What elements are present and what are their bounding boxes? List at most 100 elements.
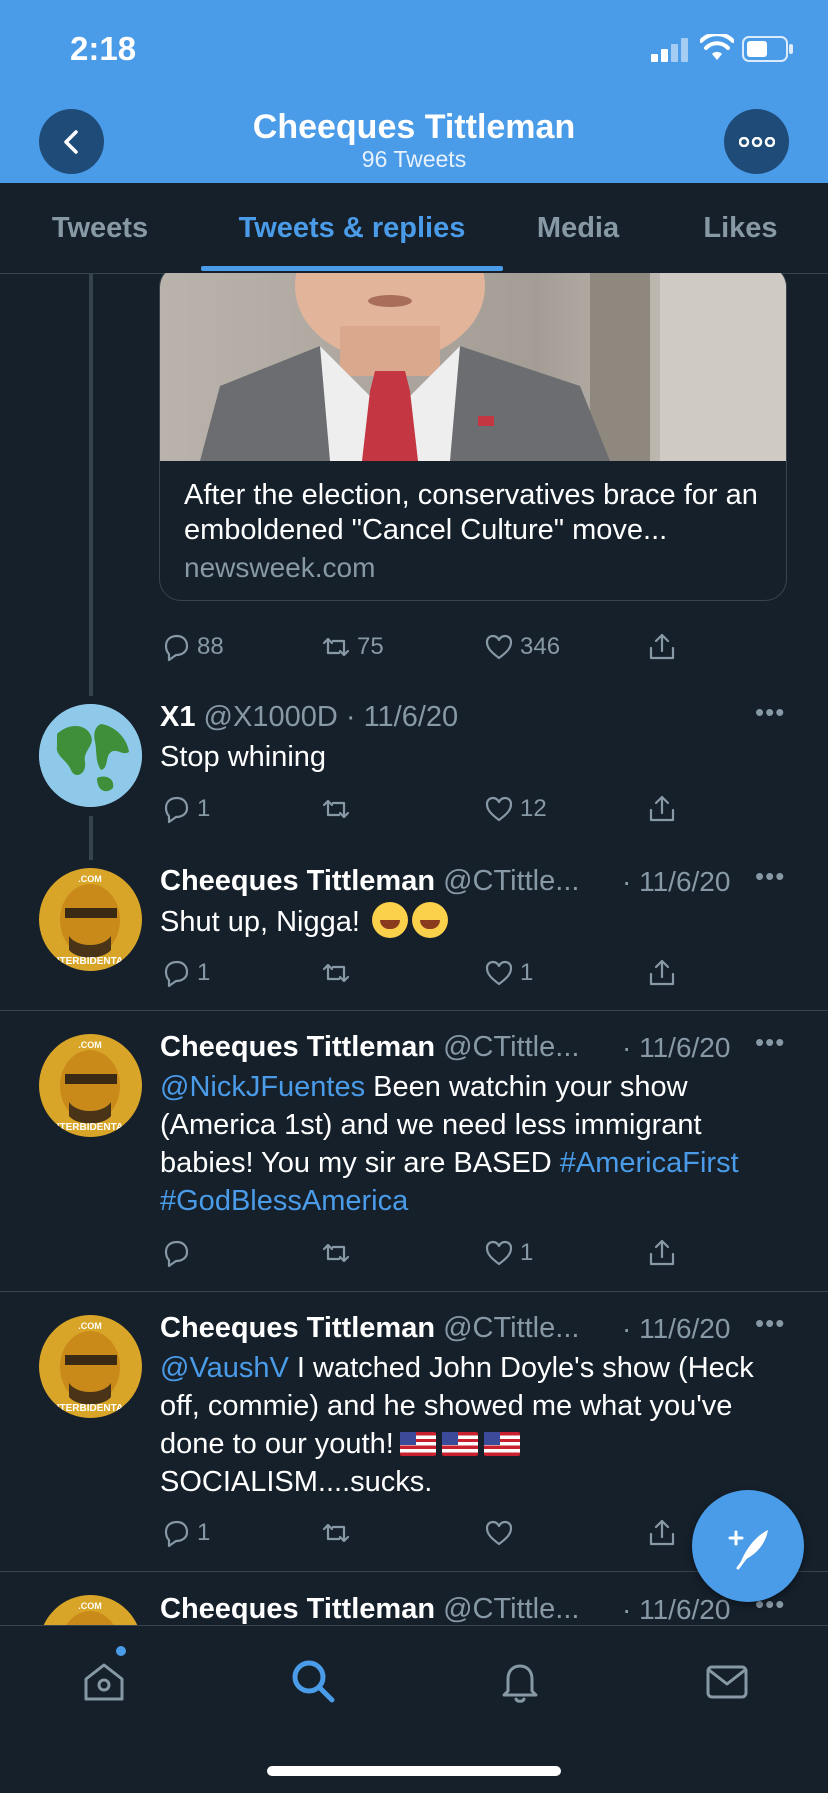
reply-button[interactable] (160, 1233, 192, 1273)
share-button[interactable] (646, 789, 678, 829)
avatar[interactable]: .COM ITERBIDENTA (39, 868, 142, 971)
rofl-emoji-icon (371, 902, 408, 938)
us-flag-icon (399, 1432, 436, 1456)
retweet-button[interactable] (320, 1233, 352, 1273)
tab-likes[interactable]: Likes (653, 183, 828, 273)
user-handle[interactable]: @CTittle... (443, 1312, 579, 1344)
like-button[interactable] (483, 1513, 515, 1553)
compose-tweet-button[interactable] (692, 1490, 804, 1602)
retweet-icon (322, 1523, 350, 1543)
tweet-body: @NickJFuentes Been watchin your show (Am… (160, 1068, 780, 1220)
display-name[interactable]: Cheeques Tittleman (160, 1031, 435, 1063)
share-button[interactable] (646, 953, 678, 993)
battery-icon (742, 36, 793, 62)
tweet-body: Shut up, Nigga! (160, 902, 780, 941)
like-count: 346 (520, 633, 561, 660)
share-button[interactable] (646, 627, 678, 667)
tweet-actions: 1 12 (160, 789, 700, 829)
retweet-icon (322, 799, 350, 819)
heart-icon (485, 796, 513, 822)
tweet-date: · 11/6/20 (622, 1594, 731, 1625)
reply-count: 1 (197, 1519, 211, 1546)
reply-count: 88 (197, 633, 224, 660)
display-name[interactable]: Cheeques Tittleman (160, 865, 435, 897)
retweet-button[interactable]: 75 (320, 627, 384, 667)
share-button[interactable] (646, 1233, 678, 1273)
heart-icon (485, 1240, 513, 1266)
mail-icon[interactable] (703, 1657, 751, 1705)
tweet-menu-icon[interactable]: ••• (755, 697, 785, 728)
tweet-date: · 11/6/20 (345, 701, 459, 733)
retweet-button[interactable] (320, 1513, 352, 1553)
like-button[interactable]: 1 (483, 1233, 533, 1273)
search-icon[interactable] (289, 1657, 337, 1705)
share-button[interactable] (646, 1513, 678, 1553)
tweet-actions: 88 75 346 (160, 627, 700, 667)
tweet-header: X1 @X1000D · 11/6/20 (160, 701, 458, 734)
tweet-menu-icon[interactable]: ••• (755, 861, 785, 892)
reply-button[interactable]: 1 (160, 1513, 210, 1553)
globe-icon (39, 704, 142, 807)
reply-count: 1 (197, 959, 211, 986)
more-options-button[interactable] (724, 109, 789, 174)
avatar-caption: ITERBIDENTA (57, 956, 123, 967)
avatar[interactable]: .COM ITERBIDENTA (39, 1315, 142, 1418)
hashtag-link[interactable]: #GodBlessAmerica (160, 1185, 408, 1217)
tab-tweets[interactable]: Tweets (0, 183, 200, 273)
ellipsis-icon (738, 136, 775, 147)
link-preview-card[interactable]: After the election, conservatives brace … (159, 273, 787, 601)
thread-line (89, 816, 93, 860)
reply-button[interactable]: 88 (160, 627, 224, 667)
share-icon (649, 633, 675, 660)
reply-button[interactable]: 1 (160, 953, 210, 993)
like-count: 12 (520, 795, 547, 822)
display-name[interactable]: Cheeques Tittleman (160, 1312, 435, 1344)
hashtag-link[interactable]: #AmericaFirst (560, 1147, 739, 1179)
us-flag-icon (483, 1432, 520, 1456)
bell-icon[interactable] (496, 1657, 544, 1705)
retweet-button[interactable] (320, 789, 352, 829)
link-preview-title: After the election, conservatives brace … (184, 479, 758, 546)
avatar[interactable]: .COM (39, 1595, 142, 1625)
reply-icon (164, 796, 189, 824)
tweet-count: 96 Tweets (361, 146, 467, 172)
display-name[interactable]: X1 (160, 701, 195, 733)
retweet-icon (322, 637, 350, 657)
tweet-menu-icon[interactable]: ••• (755, 1308, 785, 1339)
like-button[interactable]: 12 (483, 789, 547, 829)
avatar[interactable]: .COM ITERBIDENTA (39, 1034, 142, 1137)
reply-icon (164, 634, 189, 662)
retweet-button[interactable] (320, 953, 352, 993)
like-button[interactable]: 1 (483, 953, 533, 993)
avatar-watermark: .COM (78, 874, 102, 884)
mention-link[interactable]: @NickJFuentes (160, 1071, 365, 1103)
mention-link[interactable]: @VaushV (160, 1352, 289, 1384)
user-handle[interactable]: @CTittle... (443, 1031, 579, 1063)
display-name[interactable]: Cheeques Tittleman (160, 1593, 435, 1625)
user-handle[interactable]: @CTittle... (443, 1593, 579, 1625)
user-handle[interactable]: @X1000D (204, 701, 338, 733)
like-button[interactable]: 346 (483, 627, 560, 667)
tweet-menu-icon[interactable]: ••• (755, 1027, 785, 1058)
thread-line (89, 273, 93, 696)
divider (0, 1291, 828, 1292)
profile-header: 2:18 Cheeques Tittleman 96 Tweets (0, 0, 828, 183)
status-time: 2:18 (70, 30, 137, 67)
tab-tweets-and-replies[interactable]: Tweets & replies (201, 183, 503, 273)
avatar-watermark: .COM (78, 1321, 102, 1331)
avatar-image: .COM ITERBIDENTA (39, 1315, 142, 1418)
like-count: 1 (520, 1239, 534, 1266)
avatar-image: .COM ITERBIDENTA (39, 1034, 142, 1137)
avatar-caption: ITERBIDENTA (57, 1122, 123, 1133)
home-icon[interactable] (80, 1657, 128, 1705)
avatar-watermark: .COM (78, 1601, 102, 1611)
tab-media[interactable]: Media (503, 183, 653, 273)
page-title: Cheeques Tittleman (252, 108, 576, 146)
avatar[interactable] (39, 704, 142, 807)
divider (0, 1010, 828, 1011)
timeline[interactable]: After the election, conservatives brace … (0, 273, 828, 1625)
reply-button[interactable]: 1 (160, 789, 210, 829)
user-handle[interactable]: @CTittle... (443, 865, 579, 897)
tweet-date: · 11/6/20 (622, 1313, 731, 1344)
tweet-actions: 1 (160, 1233, 700, 1273)
